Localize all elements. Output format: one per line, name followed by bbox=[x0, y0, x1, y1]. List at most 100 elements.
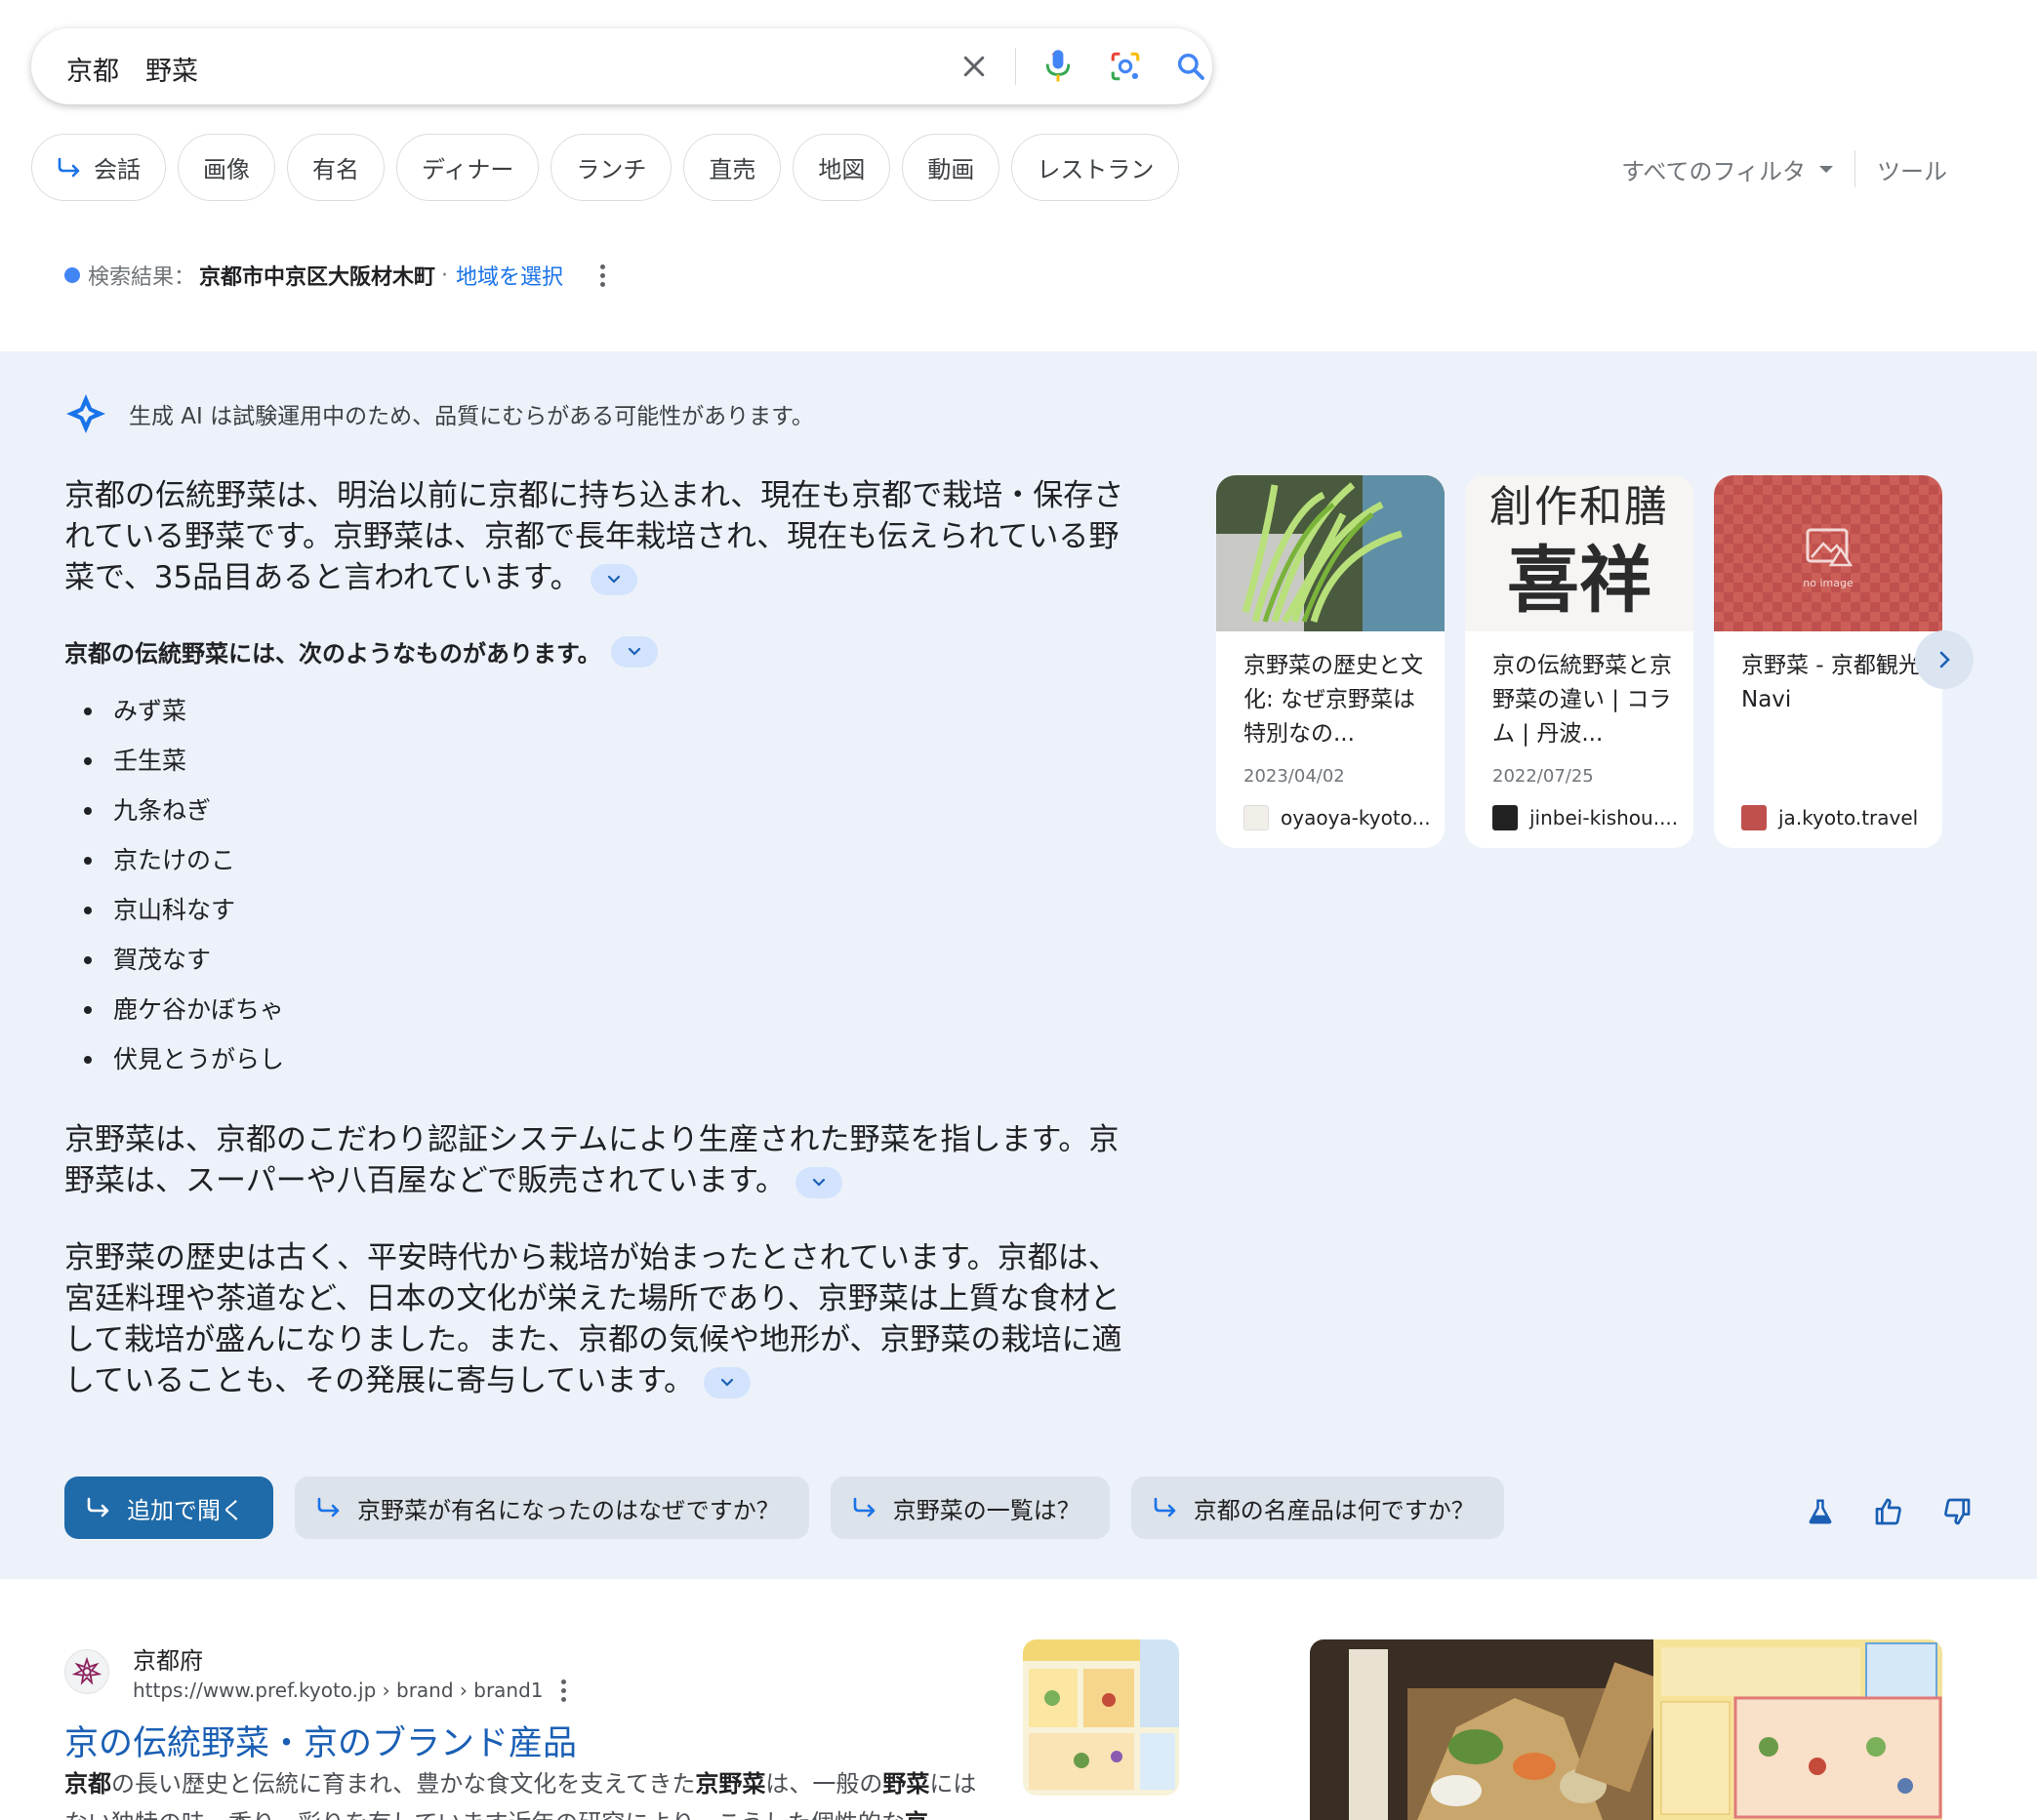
thumb-text-line2: 喜祥 bbox=[1507, 539, 1651, 623]
search-divider bbox=[1015, 48, 1016, 85]
ai-paragraph-3-text: 京野菜の歴史は古く、平安時代から栽培が始まったとされています。京都は、宮廷料理や… bbox=[64, 1240, 1122, 1398]
list-item: 鹿ケ谷かぼちゃ bbox=[83, 993, 284, 1043]
chip-label: 会話 bbox=[94, 156, 141, 183]
feedback-buttons bbox=[1799, 1490, 1978, 1533]
location-prefix: 検索結果： bbox=[88, 265, 196, 290]
chip-label: 地図 bbox=[818, 156, 866, 183]
list-item: 京たけのこ bbox=[83, 844, 284, 894]
expand-source-button[interactable] bbox=[590, 563, 637, 595]
chip-direct-sale[interactable]: 直売 bbox=[683, 134, 782, 201]
chip-restaurants[interactable]: レストラン bbox=[1011, 134, 1180, 201]
tools-button[interactable]: ツール bbox=[1877, 152, 1947, 186]
list-item: 壬生菜 bbox=[83, 745, 284, 794]
ai-disclaimer: 生成 AI は試験運用中のため、品質にむらがある可能性があります。 bbox=[64, 392, 814, 435]
suggested-question-label: 京野菜が有名になったのはなぜですか？ bbox=[357, 1496, 780, 1524]
no-image-label: no image bbox=[1803, 577, 1854, 589]
chip-videos[interactable]: 動画 bbox=[902, 134, 1000, 201]
chip-label: レストラン bbox=[1037, 156, 1155, 183]
chevron-down-icon bbox=[607, 575, 620, 584]
result-url: https://www.pref.kyoto.jp › brand › bran… bbox=[133, 1678, 566, 1702]
chip-famous[interactable]: 有名 bbox=[287, 134, 385, 201]
source-card[interactable]: no image 京野菜 - 京都観光Navi ja.kyoto.travel bbox=[1714, 475, 1942, 848]
site-favicon-icon bbox=[1492, 805, 1518, 830]
result-more-options-icon[interactable] bbox=[560, 1678, 566, 1702]
card-source: jinbei-kishou.... bbox=[1492, 805, 1678, 830]
card-source-text: jinbei-kishou.... bbox=[1529, 806, 1679, 829]
result-title-link[interactable]: 京の伝統野菜・京のブランド産品 bbox=[64, 1716, 577, 1765]
card-date: 2023/04/02 bbox=[1243, 766, 1345, 787]
chevron-down-icon bbox=[721, 1378, 734, 1387]
labs-flask-icon[interactable] bbox=[1799, 1490, 1842, 1533]
chip-dinner[interactable]: ディナー bbox=[396, 134, 540, 201]
card-source-text: oyaoya-kyoto... bbox=[1281, 806, 1431, 829]
ai-disclaimer-text: 生成 AI は試験運用中のため、品質にむらがある可能性があります。 bbox=[129, 404, 814, 429]
reply-arrow-icon bbox=[853, 1497, 876, 1517]
card-title: 京野菜の歴史と文化: なぜ京野菜は特別なの... bbox=[1243, 653, 1423, 747]
thumb-text-line1: 創作和膳 bbox=[1489, 482, 1669, 532]
result-url-text: https://www.pref.kyoto.jp › brand › bran… bbox=[133, 1678, 544, 1702]
search-input[interactable]: 京都 野菜 bbox=[66, 50, 198, 88]
select-region-link[interactable]: 地域を選択 bbox=[456, 260, 563, 291]
caret-down-icon bbox=[1819, 165, 1833, 173]
ai-list-heading: 京都の伝統野菜には、次のようなものがあります。 bbox=[64, 634, 658, 668]
location-line: 検索結果： 京都市中京区大阪材木町 · 地域を選択 bbox=[64, 260, 606, 291]
thumbs-down-icon[interactable] bbox=[1935, 1490, 1978, 1533]
result-image-strip[interactable] bbox=[1310, 1639, 1942, 1820]
expand-source-button[interactable] bbox=[795, 1166, 843, 1198]
result-thumbnail[interactable] bbox=[1023, 1639, 1179, 1796]
ai-paragraph-3: 京野菜の歴史は古く、平安時代から栽培が始まったとされています。京都は、宮廷料理や… bbox=[64, 1237, 1148, 1401]
close-icon[interactable] bbox=[953, 45, 996, 88]
expand-source-button[interactable] bbox=[610, 635, 658, 667]
reply-arrow-icon bbox=[317, 1497, 340, 1517]
suggested-question[interactable]: 京都の名産品は何ですか？ bbox=[1130, 1476, 1504, 1539]
chip-map[interactable]: 地図 bbox=[793, 134, 891, 201]
chip-images[interactable]: 画像 bbox=[178, 134, 275, 201]
location-place: 京都市中京区大阪材木町 bbox=[199, 265, 436, 290]
ask-followup-button[interactable]: 追加で聞く bbox=[64, 1476, 273, 1539]
card-source-text: ja.kyoto.travel bbox=[1778, 806, 1919, 829]
microphone-icon[interactable] bbox=[1037, 45, 1080, 88]
list-item: 京山科なす bbox=[83, 894, 284, 944]
no-image-thumbnail: no image bbox=[1714, 475, 1942, 631]
chip-conversation[interactable]: 会話 bbox=[31, 134, 166, 201]
ai-paragraph-2: 京野菜は、京都のこだわり認証システムにより生産された野菜を指します。京野菜は、ス… bbox=[64, 1119, 1128, 1201]
all-filters-label: すべてのフィルタ bbox=[1621, 157, 1806, 185]
source-card[interactable]: 京野菜の歴史と文化: なぜ京野菜は特別なの... 2023/04/02 oyao… bbox=[1216, 475, 1445, 848]
result-site-name: 京都府 bbox=[133, 1647, 203, 1675]
kyoto-pref-favicon-icon bbox=[64, 1649, 109, 1694]
all-filters-button[interactable]: すべてのフィルタ bbox=[1621, 152, 1833, 186]
more-options-icon[interactable] bbox=[600, 263, 606, 287]
chip-label: 直売 bbox=[709, 156, 756, 183]
vegetable-list: みず菜 壬生菜 九条ねぎ 京たけのこ 京山科なす 賀茂なす 鹿ケ谷かぼちゃ 伏見… bbox=[83, 695, 284, 1093]
card-date: 2022/07/25 bbox=[1492, 766, 1594, 787]
ai-paragraph-2-text: 京野菜は、京都のこだわり認証システムにより生産された野菜を指します。京野菜は、ス… bbox=[64, 1122, 1120, 1198]
card-source: oyaoya-kyoto... bbox=[1243, 805, 1431, 830]
result-snippet: 京都の長い歴史と伝統に育まれ、豊かな食文化を支えてきた京野菜は、一般の野菜にはな… bbox=[64, 1764, 982, 1820]
location-separator: · bbox=[441, 263, 449, 288]
thumbs-up-icon[interactable] bbox=[1867, 1490, 1910, 1533]
list-item: 伏見とうがらし bbox=[83, 1043, 284, 1093]
filter-tools: すべてのフィルタ ツール bbox=[1621, 150, 1947, 187]
chevron-down-icon bbox=[628, 647, 640, 656]
cards-next-button[interactable] bbox=[1915, 630, 1974, 689]
card-source: ja.kyoto.travel bbox=[1741, 805, 1918, 830]
mizuna-thumbnail bbox=[1216, 475, 1445, 631]
source-card[interactable]: 創作和膳 喜祥 京の伝統野菜と京野菜の違い | コラム | 丹波... 2022… bbox=[1465, 475, 1693, 848]
search-icon[interactable] bbox=[1169, 45, 1212, 88]
snippet-bold: 京都 bbox=[64, 1770, 111, 1798]
snippet-text: は、一般の bbox=[765, 1770, 883, 1798]
suggested-question[interactable]: 京野菜が有名になったのはなぜですか？ bbox=[295, 1476, 809, 1539]
chip-lunch[interactable]: ランチ bbox=[550, 134, 672, 201]
ai-sparkle-icon bbox=[66, 394, 105, 433]
list-item: みず菜 bbox=[83, 695, 284, 745]
camera-lens-icon[interactable] bbox=[1104, 45, 1147, 88]
filters-divider bbox=[1854, 150, 1855, 187]
suggested-question[interactable]: 京野菜の一覧は？ bbox=[830, 1476, 1110, 1539]
ask-followup-label: 追加で聞く bbox=[127, 1496, 244, 1524]
expand-source-button[interactable] bbox=[704, 1366, 752, 1398]
site-favicon-icon bbox=[1243, 805, 1269, 830]
chip-label: 有名 bbox=[312, 156, 359, 183]
search-bar[interactable]: 京都 野菜 bbox=[31, 28, 1212, 104]
list-item: 賀茂なす bbox=[83, 944, 284, 993]
ai-overview-panel: 生成 AI は試験運用中のため、品質にむらがある可能性があります。 京都の伝統野… bbox=[0, 351, 2037, 1579]
